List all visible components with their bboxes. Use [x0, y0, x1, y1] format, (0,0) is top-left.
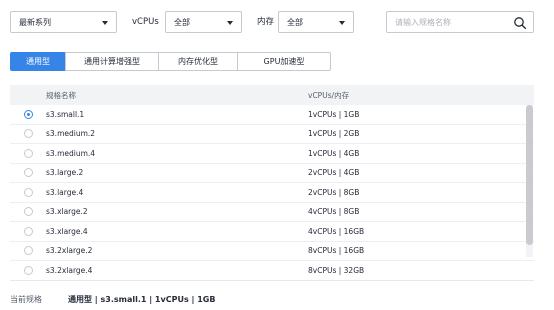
row-radio-cell	[10, 246, 46, 256]
series-select[interactable]: 最新系列	[10, 11, 117, 33]
row-radio-cell	[10, 187, 46, 197]
table-header: 规格名称 vCPUs/内存	[10, 85, 534, 105]
row-radio-button[interactable]	[23, 129, 33, 139]
row-radio-button[interactable]	[23, 109, 33, 119]
spec-vcpus-memory-cell: 1vCPUs | 4GB	[308, 148, 360, 158]
tab-label: GPU加速型	[263, 57, 305, 66]
spec-name-cell: s3.xlarge.2	[46, 207, 88, 217]
filter-bar: 最新系列 vCPUs 全部 内存 全部 请输入规格名称	[10, 11, 544, 33]
spec-vcpus-memory-cell: 2vCPUs | 4GB	[308, 168, 360, 178]
row-radio-cell	[10, 109, 46, 119]
scrollbar-thumb[interactable]	[526, 105, 533, 245]
tab-general[interactable]: 通用型	[10, 52, 66, 71]
row-radio-button[interactable]	[23, 187, 33, 197]
current-spec-value: 通用型 | s3.small.1 | 1vCPUs | 1GB	[68, 294, 216, 304]
row-radio-cell	[10, 129, 46, 139]
chevron-down-icon	[102, 21, 108, 25]
table-scrollbar[interactable]	[526, 105, 533, 257]
spec-search-input[interactable]: 请输入规格名称	[386, 11, 534, 33]
memory-select[interactable]: 全部	[278, 11, 354, 33]
tab-memory-optimized[interactable]: 内存优化型	[158, 52, 238, 71]
spec-name-cell: s3.xlarge.4	[46, 226, 88, 236]
spec-vcpus-memory-cell: 4vCPUs | 16GB	[308, 226, 365, 236]
spec-vcpus-memory-cell: 4vCPUs | 8GB	[308, 207, 360, 217]
search-placeholder: 请输入规格名称	[395, 17, 451, 27]
row-radio-button[interactable]	[23, 168, 33, 178]
table-row[interactable]: s3.large.2 2vCPUs | 4GB	[10, 164, 534, 183]
spec-vcpus-memory-cell: 8vCPUs | 16GB	[308, 246, 365, 256]
row-radio-cell	[10, 226, 46, 236]
column-header-vcpus-memory: vCPUs/内存	[308, 90, 350, 100]
spec-vcpus-memory-cell: 1vCPUs | 1GB	[308, 109, 360, 119]
row-radio-button[interactable]	[23, 226, 33, 236]
spec-table: 规格名称 vCPUs/内存 s3.small.1 1vCPUs | 1GB s3.m…	[10, 85, 534, 281]
memory-select-value: 全部	[287, 17, 303, 27]
row-radio-button[interactable]	[23, 265, 33, 275]
current-spec-summary: 当前规格 通用型 | s3.small.1 | 1vCPUs | 1GB	[10, 293, 215, 305]
table-body: s3.small.1 1vCPUs | 1GB s3.medium.2 1vCPUs …	[10, 105, 534, 280]
row-radio-cell	[10, 168, 46, 178]
table-row[interactable]: s3.2xlarge.4 8vCPUs | 32GB	[10, 261, 534, 280]
row-radio-button[interactable]	[23, 207, 33, 217]
chevron-down-icon	[227, 21, 233, 25]
spec-vcpus-memory-cell: 1vCPUs | 2GB	[308, 129, 360, 139]
current-spec-label: 当前规格	[10, 294, 42, 304]
table-row[interactable]: s3.xlarge.2 4vCPUs | 8GB	[10, 203, 534, 222]
vcpus-select-value: 全部	[174, 17, 190, 27]
row-radio-button[interactable]	[23, 246, 33, 256]
spec-name-cell: s3.2xlarge.4	[46, 265, 93, 275]
tab-label: 通用计算增强型	[84, 57, 140, 66]
instance-type-tabs: 通用型 通用计算增强型 内存优化型 GPU加速型	[10, 52, 331, 71]
tab-label: 内存优化型	[178, 57, 218, 66]
table-row[interactable]: s3.xlarge.4 4vCPUs | 16GB	[10, 222, 534, 242]
table-row[interactable]: s3.2xlarge.2 8vCPUs | 16GB	[10, 242, 534, 261]
row-radio-cell	[10, 265, 46, 275]
vcpus-select[interactable]: 全部	[165, 11, 242, 33]
row-radio-button[interactable]	[23, 148, 33, 158]
table-row[interactable]: s3.medium.2 1vCPUs | 2GB	[10, 125, 534, 144]
spec-name-cell: s3.medium.2	[46, 129, 96, 139]
table-row[interactable]: s3.large.4 2vCPUs | 8GB	[10, 183, 534, 203]
spec-name-cell: s3.2xlarge.2	[46, 246, 93, 256]
table-row[interactable]: s3.medium.4 1vCPUs | 4GB	[10, 144, 534, 164]
search-icon[interactable]	[513, 16, 527, 30]
spec-name-cell: s3.large.2	[46, 168, 84, 178]
spec-name-cell: s3.medium.4	[46, 148, 96, 158]
table-row[interactable]: s3.small.1 1vCPUs | 1GB	[10, 105, 534, 125]
spec-vcpus-memory-cell: 2vCPUs | 8GB	[308, 187, 360, 197]
column-header-name: 规格名称	[46, 90, 76, 100]
memory-filter-label: 内存	[257, 17, 275, 27]
tab-label: 通用型	[26, 57, 50, 66]
vcpus-filter-label: vCPUs	[132, 17, 159, 27]
row-radio-cell	[10, 207, 46, 217]
row-radio-cell	[10, 148, 46, 158]
chevron-down-icon	[339, 21, 345, 25]
tab-general-compute-enhanced[interactable]: 通用计算增强型	[65, 52, 159, 71]
series-select-value: 最新系列	[19, 17, 51, 27]
spec-vcpus-memory-cell: 8vCPUs | 32GB	[308, 265, 365, 275]
tab-gpu-accelerated[interactable]: GPU加速型	[237, 52, 331, 71]
spec-name-cell: s3.small.1	[46, 109, 85, 119]
spec-name-cell: s3.large.4	[46, 187, 84, 197]
